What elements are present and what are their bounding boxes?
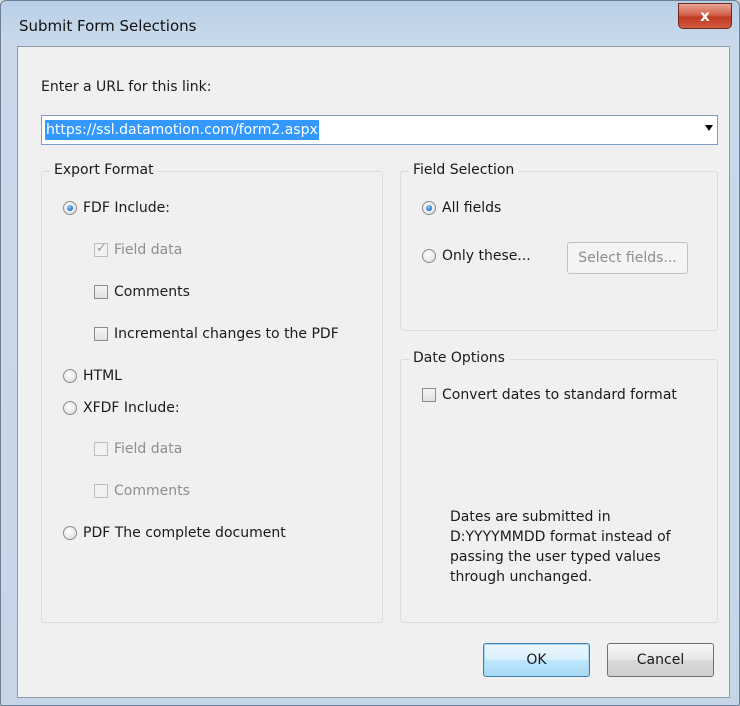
checkbox-icon[interactable] — [94, 285, 108, 299]
radio-only-these[interactable]: Only these... — [422, 248, 531, 264]
checkbox-fdf-field-data-label: Field data — [114, 242, 183, 258]
radio-html[interactable]: HTML — [63, 368, 122, 384]
checkbox-convert-dates-label: Convert dates to standard format — [442, 387, 677, 403]
radio-all-fields[interactable]: All fields — [422, 200, 501, 216]
url-input-value[interactable]: https://ssl.datamotion.com/form2.aspx — [45, 120, 319, 140]
radio-pdf-label: PDF The complete document — [83, 525, 286, 541]
url-label: Enter a URL for this link: — [41, 79, 212, 95]
radio-button-icon[interactable] — [422, 249, 436, 263]
checkbox-icon — [94, 442, 108, 456]
radio-button-icon[interactable] — [63, 401, 77, 415]
checkbox-icon — [94, 484, 108, 498]
checkbox-icon[interactable] — [422, 388, 436, 402]
radio-button-icon[interactable] — [63, 201, 77, 215]
submit-form-dialog: Submit Form Selections x Enter a URL for… — [0, 0, 740, 706]
close-icon: x — [700, 6, 710, 25]
checkbox-xfdf-field-data-label: Field data — [114, 441, 183, 457]
radio-only-these-label: Only these... — [442, 248, 531, 264]
radio-xfdf[interactable]: XFDF Include: — [63, 400, 180, 416]
checkbox-fdf-field-data: Field data — [94, 241, 183, 258]
ok-button[interactable]: OK — [483, 643, 590, 677]
date-options-legend: Date Options — [409, 350, 509, 366]
checkbox-fdf-incremental-label: Incremental changes to the PDF — [114, 326, 339, 342]
cancel-button[interactable]: Cancel — [607, 643, 714, 677]
title-bar[interactable]: Submit Form Selections x — [1, 1, 739, 47]
radio-pdf[interactable]: PDF The complete document — [63, 525, 286, 541]
checkbox-fdf-comments-label: Comments — [114, 284, 190, 300]
export-format-group: Export Format — [41, 162, 383, 623]
radio-button-icon[interactable] — [63, 369, 77, 383]
url-combobox[interactable]: https://ssl.datamotion.com/form2.aspx — [41, 115, 718, 145]
checkbox-fdf-incremental[interactable]: Incremental changes to the PDF — [94, 326, 339, 342]
checkbox-xfdf-comments: Comments — [94, 483, 190, 499]
radio-fdf-label: FDF Include: — [83, 200, 171, 216]
radio-html-label: HTML — [83, 368, 122, 384]
dialog-title: Submit Form Selections — [19, 17, 197, 35]
radio-button-icon[interactable] — [63, 526, 77, 540]
close-button[interactable]: x — [678, 3, 732, 29]
checkbox-icon — [94, 241, 108, 257]
field-selection-legend: Field Selection — [409, 162, 519, 178]
radio-all-fields-label: All fields — [442, 200, 502, 216]
radio-fdf[interactable]: FDF Include: — [63, 200, 170, 216]
select-fields-button[interactable]: Select fields... — [567, 242, 688, 274]
date-format-note: Dates are submitted in D:YYYYMMDD format… — [450, 509, 671, 585]
checkbox-fdf-comments[interactable]: Comments — [94, 284, 190, 300]
chevron-down-icon[interactable] — [705, 125, 713, 131]
checkbox-convert-dates[interactable]: Convert dates to standard format — [422, 387, 677, 403]
radio-button-icon[interactable] — [422, 201, 436, 215]
dialog-body: Enter a URL for this link: https://ssl.d… — [17, 46, 730, 698]
export-format-legend: Export Format — [50, 162, 158, 178]
checkbox-xfdf-field-data: Field data — [94, 441, 182, 457]
checkbox-icon[interactable] — [94, 327, 108, 341]
checkbox-xfdf-comments-label: Comments — [114, 483, 190, 499]
radio-xfdf-label: XFDF Include: — [83, 400, 180, 416]
